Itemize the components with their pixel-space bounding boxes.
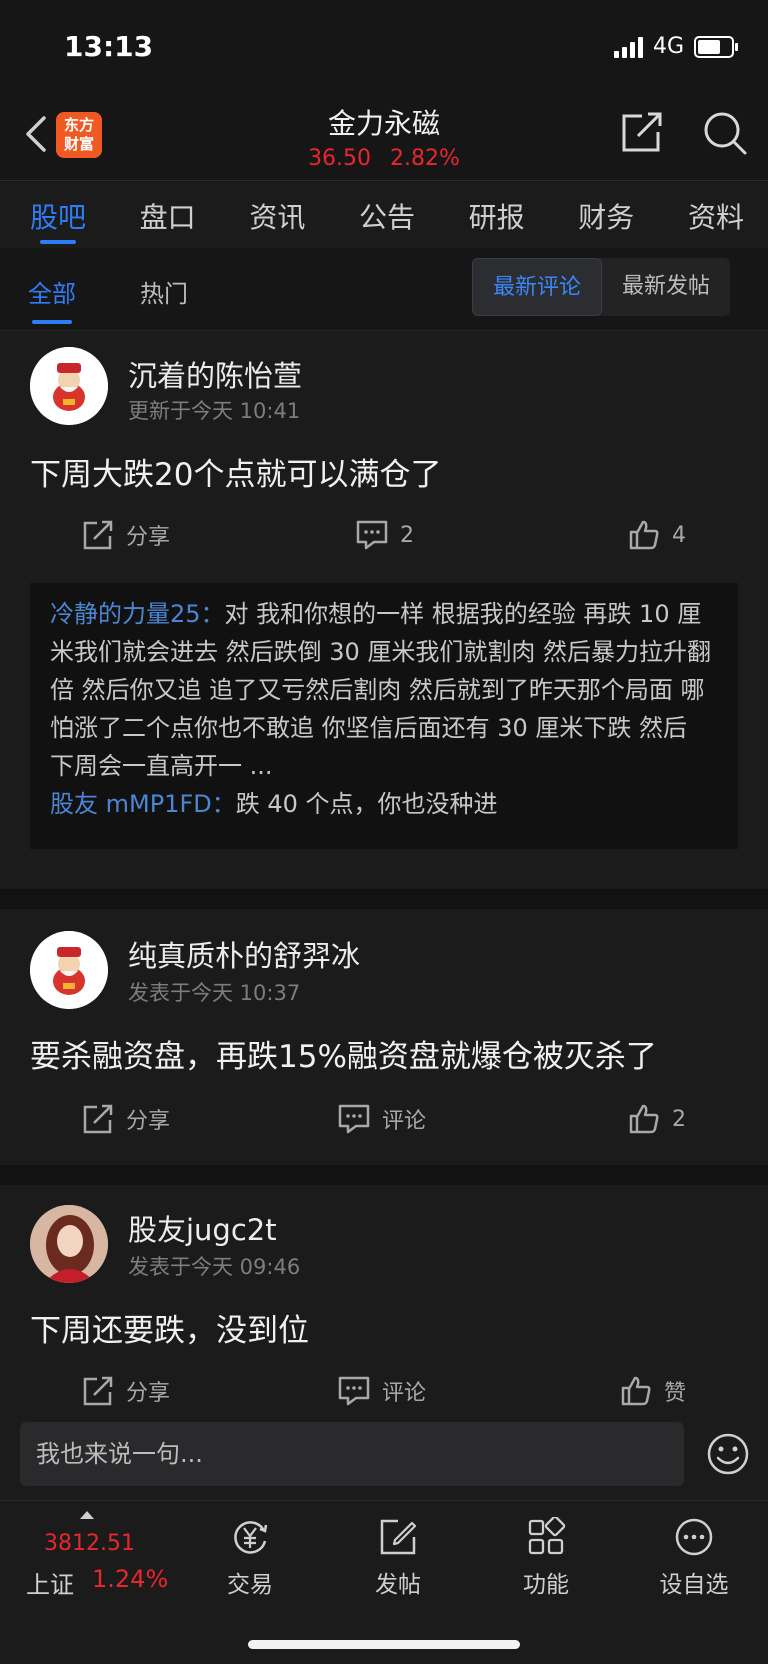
divider bbox=[0, 1165, 768, 1185]
status-time: 13:13 bbox=[64, 30, 154, 63]
tab-research[interactable]: 研报 bbox=[469, 182, 525, 248]
stock-price: 36.50 bbox=[308, 146, 372, 171]
filter-bar: 全部 热门 最新评论 最新发帖 bbox=[0, 250, 768, 331]
username[interactable]: 纯真质朴的舒羿冰 bbox=[128, 933, 360, 975]
tab-announcements[interactable]: 公告 bbox=[359, 182, 415, 248]
post-content[interactable]: 下周还要跌，没到位 bbox=[30, 1305, 309, 1350]
reply-author[interactable]: 冷静的力量25： bbox=[50, 600, 225, 628]
sort-latest-comment[interactable]: 最新评论 bbox=[472, 258, 603, 316]
reply-item[interactable]: 冷静的力量25：对 我和你想的一样 根据我的经验 再跌 10 厘米我们就会进去 … bbox=[50, 595, 718, 785]
tab-guba[interactable]: 股吧 bbox=[30, 182, 86, 248]
nav-functions[interactable]: 功能 bbox=[496, 1511, 596, 1599]
username[interactable]: 沉着的陈怡萱 bbox=[128, 353, 302, 395]
comment-input[interactable]: 我也来说一句... bbox=[20, 1422, 684, 1486]
signal-icon bbox=[613, 36, 643, 58]
sort-toggle: 最新评论 最新发帖 bbox=[472, 258, 731, 316]
filter-hot[interactable]: 热门 bbox=[140, 274, 188, 309]
comment-icon bbox=[356, 520, 388, 550]
tab-news[interactable]: 资讯 bbox=[249, 182, 305, 248]
post-card[interactable]: 股友jugc2t 发表于今天 09:46 下周还要跌，没到位 分享 评论 赞 bbox=[0, 1185, 768, 1408]
post-time: 发表于今天 10:37 bbox=[128, 981, 301, 1005]
comment-bar: 我也来说一句... bbox=[0, 1408, 768, 1500]
share-icon bbox=[83, 1104, 113, 1134]
divider bbox=[0, 889, 768, 909]
trade-icon bbox=[234, 1521, 268, 1554]
sort-latest-post[interactable]: 最新发帖 bbox=[602, 258, 730, 316]
share-action[interactable]: 分享 bbox=[82, 1375, 170, 1407]
avatar[interactable] bbox=[30, 1205, 108, 1283]
comment-icon bbox=[338, 1376, 370, 1406]
nav-watchlist[interactable]: 设自选 bbox=[644, 1511, 744, 1599]
tab-finance[interactable]: 财务 bbox=[578, 182, 634, 248]
post-card[interactable]: 沉着的陈怡萱 更新于今天 10:41 下周大跌20个点就可以满仓了 分享 2 4… bbox=[0, 331, 768, 889]
avatar[interactable] bbox=[30, 931, 108, 1009]
reply-text: 跌 40 个点，你也没种进 bbox=[235, 790, 498, 818]
reply-author[interactable]: 股友 mMP1FD： bbox=[50, 790, 236, 818]
reply-item[interactable]: 股友 mMP1FD：跌 40 个点，你也没种进 bbox=[50, 785, 718, 823]
stock-tabs: 股吧 盘口 资讯 公告 研报 财务 资料 bbox=[0, 182, 768, 248]
post-time: 更新于今天 10:41 bbox=[128, 399, 301, 423]
post-content[interactable]: 要杀融资盘，再跌15%融资盘就爆仓被灭杀了 bbox=[30, 1031, 657, 1076]
share-action[interactable]: 分享 bbox=[82, 1103, 170, 1135]
username[interactable]: 股友jugc2t bbox=[128, 1207, 277, 1249]
post-content[interactable]: 下周大跌20个点就可以满仓了 bbox=[30, 449, 441, 494]
stock-header: 东方 财富 金力永磁 36.50 2.82% bbox=[0, 90, 768, 181]
expand-up-icon[interactable] bbox=[80, 1511, 94, 1519]
emoji-icon[interactable] bbox=[706, 1432, 750, 1476]
share-icon bbox=[83, 1376, 113, 1406]
post-time: 发表于今天 09:46 bbox=[128, 1255, 301, 1279]
tab-pankou[interactable]: 盘口 bbox=[140, 182, 196, 248]
grid-icon bbox=[528, 1517, 566, 1555]
reply-preview[interactable]: 冷静的力量25：对 我和你想的一样 根据我的经验 再跌 10 厘米我们就会进去 … bbox=[30, 583, 738, 849]
post-card[interactable]: 纯真质朴的舒羿冰 发表于今天 10:37 要杀融资盘，再跌15%融资盘就爆仓被灭… bbox=[0, 909, 768, 1165]
comment-action[interactable]: 评论 bbox=[338, 1103, 426, 1135]
like-action[interactable]: 赞 bbox=[620, 1375, 686, 1407]
edit-icon bbox=[380, 1519, 417, 1555]
battery-icon bbox=[694, 35, 738, 58]
stock-change: 2.82% bbox=[390, 146, 460, 171]
network-type: 4G bbox=[652, 34, 684, 59]
status-indicators: 4G bbox=[613, 34, 738, 59]
avatar[interactable] bbox=[30, 347, 108, 425]
thumbs-up-icon bbox=[621, 1376, 651, 1406]
like-action[interactable]: 4 bbox=[628, 519, 686, 551]
more-icon bbox=[675, 1518, 713, 1556]
thumbs-up-icon bbox=[629, 1104, 659, 1134]
share-action[interactable]: 分享 bbox=[82, 519, 170, 551]
thumbs-up-icon bbox=[629, 520, 659, 550]
nav-trade[interactable]: 交易 bbox=[200, 1511, 300, 1599]
share-icon[interactable] bbox=[620, 110, 664, 154]
comment-action[interactable]: 2 bbox=[356, 519, 414, 551]
index-name[interactable]: 上证 bbox=[26, 1565, 74, 1600]
home-indicator bbox=[248, 1640, 520, 1649]
like-action[interactable]: 2 bbox=[628, 1103, 686, 1135]
index-value[interactable]: 3812.51 bbox=[44, 1531, 135, 1556]
search-icon[interactable] bbox=[702, 110, 748, 156]
share-icon bbox=[83, 520, 113, 550]
comment-action[interactable]: 评论 bbox=[338, 1375, 426, 1407]
tab-profile[interactable]: 资料 bbox=[688, 182, 744, 248]
nav-post[interactable]: 发帖 bbox=[348, 1511, 448, 1599]
comment-icon bbox=[338, 1104, 370, 1134]
filter-all[interactable]: 全部 bbox=[28, 274, 76, 324]
index-change[interactable]: 1.24% bbox=[92, 1565, 168, 1593]
